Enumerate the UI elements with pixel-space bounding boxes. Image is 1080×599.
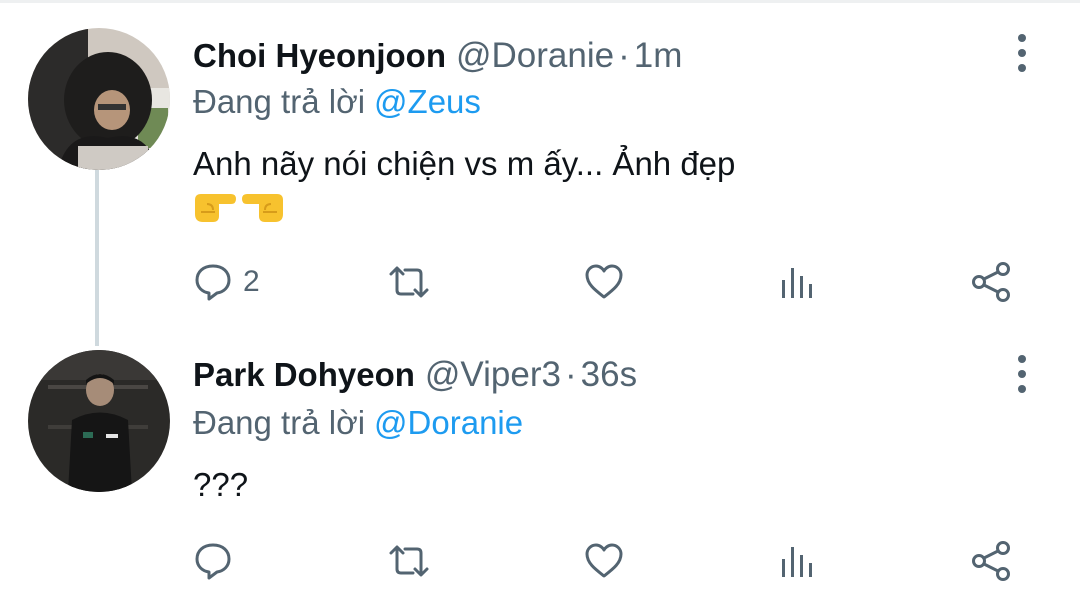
- vertical-ellipsis-icon: [1018, 355, 1026, 363]
- replying-to: Đang trả lời @Zeus: [193, 80, 481, 124]
- tweet[interactable]: Choi Hyeonjoon @Doranie · 1m Đang trả lời @Z…: [0, 0, 1080, 345]
- replying-to-label: Đang trả lời: [193, 404, 366, 441]
- like-button[interactable]: [583, 258, 625, 306]
- pointing-left-hand-icon: [242, 194, 283, 222]
- reply-count: 2: [243, 265, 260, 298]
- retweet-button[interactable]: [385, 537, 433, 585]
- vertical-ellipsis-icon: [1018, 49, 1026, 57]
- more-options-button[interactable]: [1006, 34, 1038, 72]
- analytics-button[interactable]: [776, 258, 816, 306]
- avatar[interactable]: [28, 28, 170, 170]
- separator-dot: ·: [564, 355, 577, 394]
- reply-button[interactable]: [193, 537, 243, 585]
- reply-button[interactable]: 2: [193, 258, 260, 306]
- replying-to: Đang trả lời @Doranie: [193, 401, 523, 445]
- retweet-button[interactable]: [385, 258, 433, 306]
- emoji-row: [193, 186, 285, 226]
- vertical-ellipsis-icon: [1018, 34, 1026, 42]
- more-options-button[interactable]: [1006, 355, 1038, 393]
- user-handle[interactable]: @Viper3: [425, 355, 561, 394]
- like-button[interactable]: [583, 537, 625, 585]
- speech-bubble-icon: [195, 543, 231, 580]
- tweet-actions: 2: [0, 258, 1080, 306]
- share-icon: [972, 541, 1010, 581]
- heart-icon: [585, 543, 623, 578]
- tweet-text: Anh nãy nói chiện vs m ấy... Ảnh đẹp: [193, 145, 736, 182]
- vertical-ellipsis-icon: [1018, 370, 1026, 378]
- bar-chart-icon: [782, 268, 812, 298]
- avatar[interactable]: [28, 350, 170, 492]
- display-name[interactable]: Choi Hyeonjoon: [193, 37, 446, 74]
- speech-bubble-icon: [195, 264, 231, 301]
- pointing-right-hand-icon: [195, 194, 236, 222]
- share-button[interactable]: [970, 537, 1014, 585]
- tweet-header: Park Dohyeon @Viper3 · 36s: [193, 353, 637, 397]
- share-button[interactable]: [970, 258, 1014, 306]
- avatar-image: [28, 350, 170, 492]
- replying-to-mention[interactable]: @Zeus: [374, 83, 481, 120]
- tweet-actions: [0, 537, 1080, 585]
- timestamp[interactable]: 36s: [581, 355, 637, 394]
- retweet-icon: [389, 266, 429, 298]
- heart-icon: [585, 264, 623, 299]
- vertical-ellipsis-icon: [1018, 385, 1026, 393]
- tweet-header: Choi Hyeonjoon @Doranie · 1m: [193, 34, 682, 78]
- retweet-icon: [389, 545, 429, 577]
- vertical-ellipsis-icon: [1018, 64, 1026, 72]
- timestamp[interactable]: 1m: [634, 36, 683, 75]
- tweet[interactable]: Park Dohyeon @Viper3 · 36s Đang trả lời @Dor…: [0, 345, 1080, 599]
- analytics-button[interactable]: [776, 537, 816, 585]
- tweet-text: ???: [193, 466, 249, 503]
- separator-dot: ·: [618, 36, 630, 75]
- display-name[interactable]: Park Dohyeon: [193, 356, 415, 393]
- replying-to-label: Đang trả lời: [193, 83, 366, 120]
- user-handle[interactable]: @Doranie: [456, 36, 614, 75]
- share-icon: [972, 262, 1010, 302]
- avatar-image: [28, 28, 170, 170]
- bar-chart-icon: [782, 547, 812, 577]
- replying-to-mention[interactable]: @Doranie: [374, 404, 523, 441]
- reply-thread: Choi Hyeonjoon @Doranie · 1m Đang trả lời @Z…: [0, 0, 1080, 599]
